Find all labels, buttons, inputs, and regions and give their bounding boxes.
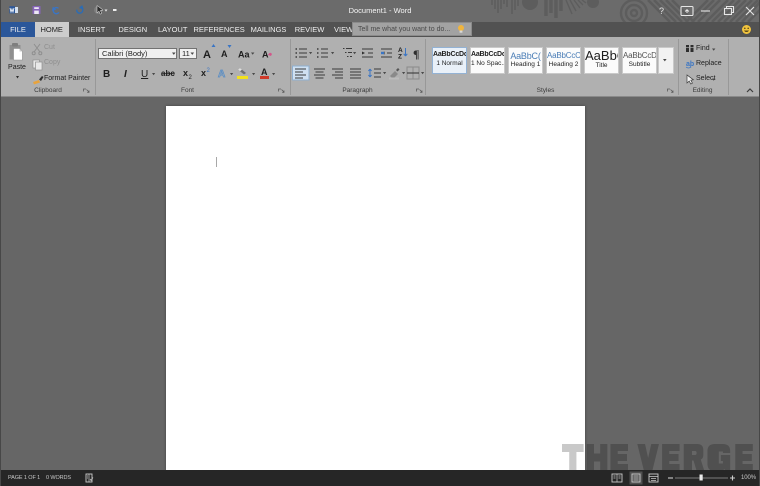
svg-text:Aa: Aa bbox=[238, 50, 250, 60]
svg-text:¶: ¶ bbox=[413, 47, 419, 61]
svg-text:abc: abc bbox=[161, 69, 175, 78]
svg-text:A: A bbox=[218, 69, 225, 80]
svg-text:Z: Z bbox=[398, 54, 402, 61]
svg-text:A: A bbox=[221, 49, 228, 59]
svg-text:ab: ab bbox=[686, 61, 694, 68]
svg-text:U: U bbox=[141, 69, 148, 80]
svg-text:x: x bbox=[183, 68, 188, 78]
svg-text:A: A bbox=[262, 50, 269, 60]
svg-text:x: x bbox=[201, 68, 206, 78]
svg-text:2: 2 bbox=[207, 68, 211, 74]
svg-text:I: I bbox=[124, 69, 127, 80]
svg-text:A: A bbox=[203, 49, 211, 61]
svg-text:?: ? bbox=[659, 6, 664, 16]
svg-text:B: B bbox=[103, 69, 110, 80]
svg-text:A: A bbox=[261, 67, 268, 77]
svg-text:2: 2 bbox=[189, 75, 193, 81]
